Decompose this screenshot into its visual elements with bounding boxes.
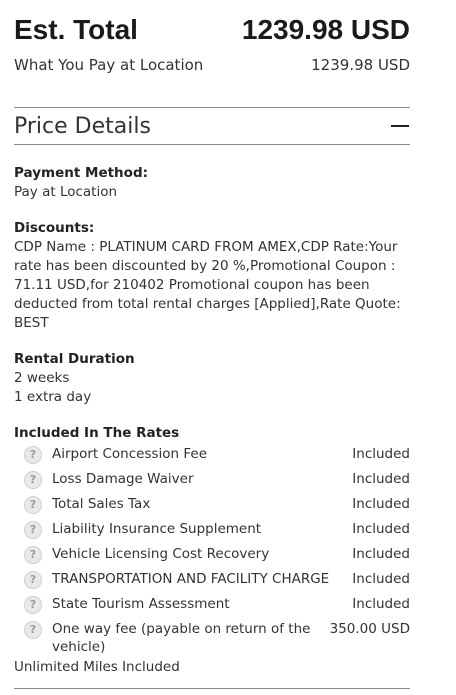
- help-icon[interactable]: ?: [24, 571, 42, 589]
- price-details-header[interactable]: Price Details: [14, 107, 410, 145]
- payment-method-section: Payment Method: Pay at Location: [14, 164, 410, 202]
- minus-icon[interactable]: [390, 116, 410, 136]
- rate-name: Liability Insurance Supplement: [52, 521, 262, 537]
- rate-value: Included: [352, 546, 410, 562]
- rate-name: Airport Concession Fee: [52, 446, 208, 462]
- rate-row: ? State Tourism Assessment Included: [14, 595, 410, 614]
- rate-value: Included: [352, 496, 410, 512]
- rate-row: ? Liability Insurance Supplement Include…: [14, 520, 410, 539]
- help-icon[interactable]: ?: [24, 546, 42, 564]
- rental-duration-line: 2 weeks: [14, 370, 70, 386]
- help-icon[interactable]: ?: [24, 521, 42, 539]
- price-details-title: Price Details: [14, 113, 151, 139]
- rate-name: Vehicle Licensing Cost Recovery: [52, 546, 270, 562]
- rate-name: TRANSPORTATION AND FACILITY CHARGE: [52, 571, 330, 587]
- rental-duration-label: Rental Duration: [14, 351, 135, 367]
- rental-duration-line: 1 extra day: [14, 389, 92, 405]
- rate-value: Included: [352, 446, 410, 462]
- rate-name: Loss Damage Waiver: [52, 471, 194, 487]
- help-icon[interactable]: ?: [24, 471, 42, 489]
- discounts-value: CDP Name : PLATINUM CARD FROM AMEX,CDP R…: [14, 239, 401, 331]
- discounts-label: Discounts:: [14, 220, 95, 236]
- rate-name: One way fee (payable on return of the ve…: [52, 621, 311, 655]
- included-rates-list: ? Airport Concession Fee Included ? Loss…: [14, 445, 410, 656]
- rate-value: Included: [352, 521, 410, 537]
- rate-row: ? TRANSPORTATION AND FACILITY CHARGE Inc…: [14, 570, 410, 589]
- payment-method-value: Pay at Location: [14, 184, 118, 200]
- discounts-section: Discounts: CDP Name : PLATINUM CARD FROM…: [14, 219, 410, 333]
- price-summary-panel: Est. Total 1239.98 USD What You Pay at L…: [14, 14, 410, 676]
- rate-row: ? One way fee (payable on return of the …: [14, 620, 410, 656]
- rate-row: ? Vehicle Licensing Cost Recovery Includ…: [14, 545, 410, 564]
- rate-name: State Tourism Assessment: [52, 596, 230, 612]
- rate-value: Included: [352, 596, 410, 612]
- rate-row: ? Total Sales Tax Included: [14, 495, 410, 514]
- payment-method-label: Payment Method:: [14, 165, 149, 181]
- help-icon[interactable]: ?: [24, 496, 42, 514]
- rental-duration-section: Rental Duration 2 weeks 1 extra day: [14, 350, 410, 407]
- pay-at-location-row: What You Pay at Location 1239.98 USD: [14, 56, 410, 74]
- rate-value: Included: [352, 471, 410, 487]
- included-rates-section: Included In The Rates ? Airport Concessi…: [14, 424, 410, 676]
- help-icon[interactable]: ?: [24, 596, 42, 614]
- est-total-row: Est. Total 1239.98 USD: [14, 14, 410, 52]
- rate-row: ? Loss Damage Waiver Included: [14, 470, 410, 489]
- rate-value: Included: [352, 571, 410, 587]
- est-total-label: Est. Total: [14, 14, 138, 45]
- rate-row: ? Airport Concession Fee Included: [14, 445, 410, 464]
- help-icon[interactable]: ?: [24, 446, 42, 464]
- help-icon[interactable]: ?: [24, 621, 42, 639]
- included-rates-label: Included In The Rates: [14, 425, 180, 441]
- pay-at-location-label: What You Pay at Location: [14, 56, 204, 74]
- bottom-divider: [14, 688, 410, 689]
- pay-at-location-amount: 1239.98 USD: [311, 56, 410, 74]
- unlimited-miles-note: Unlimited Miles Included: [14, 659, 180, 675]
- rate-value: 350.00 USD: [329, 621, 410, 637]
- rate-name: Total Sales Tax: [52, 496, 151, 512]
- est-total-amount: 1239.98 USD: [241, 14, 410, 45]
